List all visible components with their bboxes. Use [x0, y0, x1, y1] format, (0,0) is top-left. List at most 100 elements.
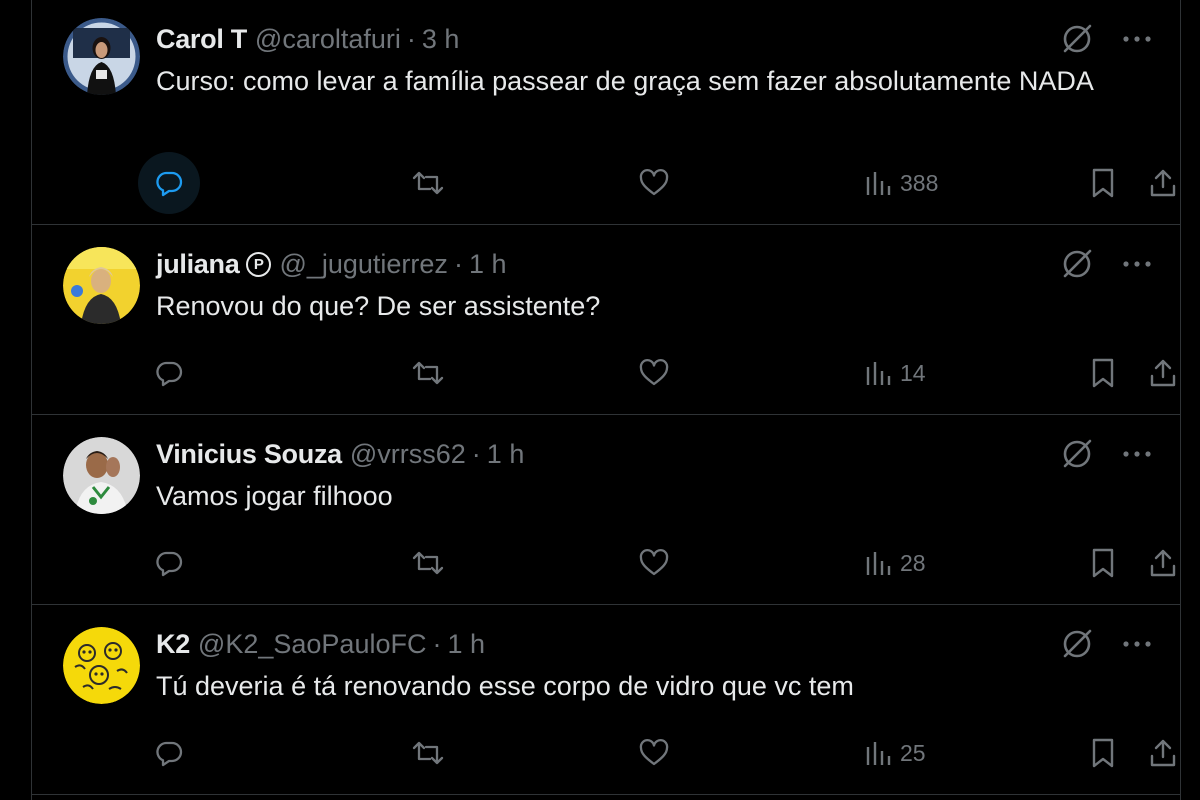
bookmark-button[interactable] [1089, 533, 1117, 593]
timestamp[interactable]: 1 h [469, 249, 507, 280]
share-button[interactable] [1147, 723, 1179, 783]
avatar-photo-man-icon [63, 437, 140, 514]
tweet-top-controls [1060, 22, 1152, 56]
views-count: 388 [900, 169, 939, 196]
retweet-button[interactable] [410, 153, 446, 213]
author-handle[interactable]: @K2_SaoPauloFC [198, 629, 427, 660]
bookmark-button[interactable] [1089, 153, 1117, 213]
retweet-button[interactable] [410, 533, 446, 593]
heart-icon [639, 549, 669, 576]
reply-button[interactable] [138, 343, 200, 403]
heart-icon [639, 169, 669, 196]
reply-tweet[interactable]: Vinicius Souza @vrrss62 · 1 h Vamos joga… [32, 415, 1180, 605]
tweet-top-controls [1060, 627, 1152, 661]
retweet-icon [412, 171, 444, 195]
views-button[interactable]: 388 [864, 153, 938, 213]
bookmark-icon [1092, 738, 1114, 768]
avatar-yellow-illustration-icon [63, 627, 140, 704]
timeline: Carol T @caroltafuri · 3 h Curso: como l… [31, 0, 1181, 800]
like-button[interactable] [638, 343, 670, 403]
reply-button[interactable] [138, 723, 200, 783]
retweet-button[interactable] [410, 723, 446, 783]
tweet-text: Tú deveria é tá renovando esse corpo de … [156, 671, 854, 701]
bookmark-icon [1092, 168, 1114, 198]
avatar-photo-woman-yellow-icon [63, 247, 140, 324]
grok-icon[interactable] [1060, 627, 1094, 661]
tweet-header: juliana P @_jugutierrez · 1 h [156, 247, 506, 281]
heart-icon [639, 359, 669, 386]
retweet-icon [412, 551, 444, 575]
bookmark-icon [1092, 358, 1114, 388]
author-name[interactable]: Carol T [156, 24, 247, 55]
avatar[interactable] [63, 437, 140, 514]
share-button[interactable] [1147, 153, 1179, 213]
author-handle[interactable]: @vrrss62 [350, 439, 466, 470]
separator: · [453, 248, 463, 279]
avatar-photo-woman-icon [63, 18, 140, 95]
views-button[interactable]: 28 [864, 533, 926, 593]
reply-tweet[interactable]: Carol T @caroltafuri · 3 h Curso: como l… [32, 0, 1180, 225]
timestamp[interactable]: 1 h [447, 629, 485, 660]
heart-icon [639, 739, 669, 766]
views-button[interactable]: 25 [864, 723, 926, 783]
views-count: 25 [900, 739, 926, 766]
author-name[interactable]: K2 [156, 629, 190, 660]
author-name[interactable]: juliana [156, 249, 240, 280]
share-icon [1150, 169, 1176, 197]
share-icon [1150, 739, 1176, 767]
bookmark-icon [1092, 548, 1114, 578]
tweet-actions: 14 [152, 343, 1176, 403]
reply-icon [156, 171, 183, 197]
avatar[interactable] [63, 18, 140, 95]
avatar[interactable] [63, 627, 140, 704]
separator: · [406, 23, 416, 54]
analytics-icon [866, 552, 891, 575]
like-button[interactable] [638, 153, 670, 213]
timestamp[interactable]: 3 h [422, 24, 460, 55]
more-options-icon[interactable] [1122, 34, 1152, 44]
timestamp[interactable]: 1 h [487, 439, 525, 470]
reply-tweet[interactable]: K2 @K2_SaoPauloFC · 1 h Tú deveria é tá … [32, 605, 1180, 795]
tweet-actions: 388 [138, 152, 1176, 214]
separator: · [432, 628, 442, 659]
separator: · [471, 438, 481, 469]
retweet-button[interactable] [410, 343, 446, 403]
author-handle[interactable]: @_jugutierrez [279, 249, 448, 280]
reply-button[interactable] [138, 152, 200, 214]
share-icon [1150, 359, 1176, 387]
more-options-icon[interactable] [1122, 259, 1152, 269]
views-count: 14 [900, 359, 926, 386]
retweet-icon [412, 361, 444, 385]
more-options-icon[interactable] [1122, 639, 1152, 649]
grok-icon[interactable] [1060, 247, 1094, 281]
retweet-icon [412, 741, 444, 765]
parody-badge: P [246, 251, 272, 277]
author-name[interactable]: Vinicius Souza [156, 439, 342, 470]
tweet-header: Carol T @caroltafuri · 3 h [156, 22, 459, 56]
tweet-text: Curso: como levar a família passear de g… [156, 66, 1094, 96]
reply-tweet[interactable]: juliana P @_jugutierrez · 1 h Renovou do… [32, 225, 1180, 415]
reply-button[interactable] [138, 533, 200, 593]
tweet-header: K2 @K2_SaoPauloFC · 1 h [156, 627, 485, 661]
bookmark-button[interactable] [1089, 723, 1117, 783]
tweet-top-controls [1060, 247, 1152, 281]
avatar[interactable] [63, 247, 140, 324]
like-button[interactable] [638, 533, 670, 593]
reply-icon [156, 361, 183, 387]
analytics-icon [866, 172, 891, 195]
reply-icon [156, 551, 183, 577]
share-button[interactable] [1147, 343, 1179, 403]
views-count: 28 [900, 549, 926, 576]
share-button[interactable] [1147, 533, 1179, 593]
tweet-text: Renovou do que? De ser assistente? [156, 291, 601, 321]
author-handle[interactable]: @caroltafuri [255, 24, 401, 55]
views-button[interactable]: 14 [864, 343, 926, 403]
tweet-header: Vinicius Souza @vrrss62 · 1 h [156, 437, 524, 471]
reply-icon [156, 741, 183, 767]
like-button[interactable] [638, 723, 670, 783]
grok-icon[interactable] [1060, 437, 1094, 471]
grok-icon[interactable] [1060, 22, 1094, 56]
tweet-actions: 25 [152, 723, 1176, 783]
bookmark-button[interactable] [1089, 343, 1117, 403]
more-options-icon[interactable] [1122, 449, 1152, 459]
